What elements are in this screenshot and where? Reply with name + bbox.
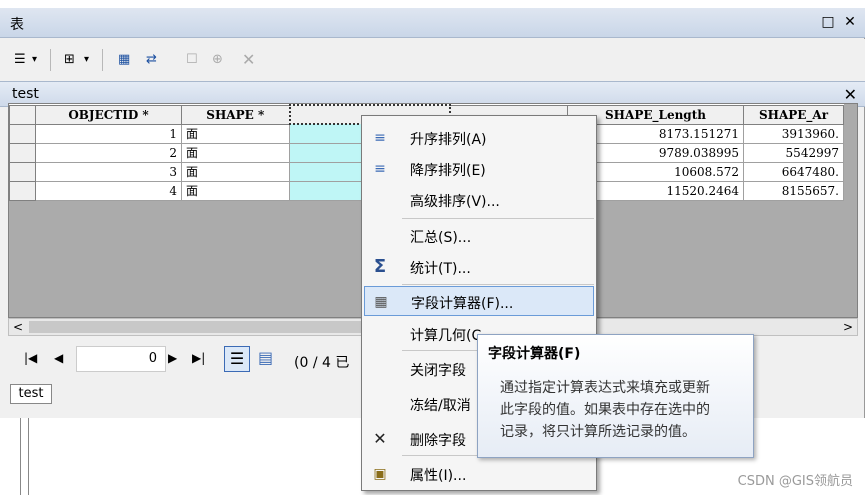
row-selector[interactable] [9,180,36,201]
switch-selection-icon[interactable]: ⇄ [146,49,157,71]
menu-item-properties[interactable]: ▣ 属性(I)... [364,459,594,489]
cell-shape-area[interactable]: 8155657. [743,180,844,201]
calculator-icon: ▦ [374,294,388,310]
tooltip-line: 此字段的值。如果表中存在选中的 [500,402,710,418]
close-window-icon[interactable]: ✕ [842,14,858,30]
row-selector[interactable] [9,142,36,163]
menu-item-label: 汇总(S)... [410,230,472,246]
menu-item-label: 升序排列(A) [410,132,487,148]
related-tables-dropdown-icon[interactable]: ▾ [84,49,89,71]
properties-icon: ▣ [373,466,387,482]
current-record-input[interactable]: 0 [76,346,166,372]
tooltip-body: 通过指定计算表达式来填充或更新 此字段的值。如果表中存在选中的 记录，将只计算所… [488,377,743,443]
sort-descending-icon: ≡ [374,161,386,177]
cell-objectid[interactable]: 1 [35,123,182,144]
show-all-records-icon[interactable]: ☰ [224,346,250,372]
show-selected-records-icon[interactable]: ▤ [258,348,273,367]
table-tab-title: test [12,86,39,102]
menu-item-field-calculator[interactable]: ▦ 字段计算器(F)... [364,286,594,316]
zoom-to-selected-icon[interactable]: ⊕ [212,49,223,71]
bottom-table-tab[interactable]: test [10,384,52,404]
toolbar-separator [102,49,103,71]
cell-shape[interactable]: 面 [181,161,290,182]
tooltip-title: 字段计算器(F) [488,346,581,362]
table-options-dropdown-icon[interactable]: ▾ [32,49,37,71]
tooltip-line: 通过指定计算表达式来填充或更新 [500,380,710,396]
table-options-icon[interactable]: ☰ [14,49,26,71]
close-table-tab-icon[interactable]: ✕ [844,85,857,104]
cell-shape-area[interactable]: 5542997 [743,142,844,163]
table-toolbar: ☰ ▾ ⊞ ▾ ▦ ⇄ ☐ ⊕ ✕ [0,39,865,81]
cell-shape-area[interactable]: 6647480. [743,161,844,182]
previous-record-icon[interactable]: ◀ [54,351,63,365]
column-header-shape-area[interactable]: SHAPE_Ar [743,104,844,125]
menu-item-label: 字段计算器(F)... [411,296,514,312]
menu-item-sort-descending[interactable]: ≡ 降序排列(E) [364,154,594,184]
menu-item-label: 降序排列(E) [410,163,486,179]
select-by-attributes-icon[interactable]: ▦ [118,49,130,71]
column-header-objectid[interactable]: OBJECTID * [35,104,182,125]
scroll-right-icon[interactable]: > [843,319,853,335]
cell-shape[interactable]: 面 [181,142,290,163]
toolbar-separator [50,49,51,71]
menu-item-statistics[interactable]: Σ 统计(T)... [364,252,594,282]
menu-separator [402,218,594,219]
first-record-icon[interactable]: |◀ [24,351,37,365]
column-header-shape[interactable]: SHAPE * [181,104,290,125]
clear-selection-icon[interactable]: ☐ [186,49,198,71]
maximize-icon[interactable]: □ [820,14,836,30]
last-record-icon[interactable]: ▶| [192,351,205,365]
menu-item-label: 高级排序(V)... [410,194,500,210]
selection-status: (0 / 4 已 [294,355,350,371]
next-record-icon[interactable]: ▶ [168,351,177,365]
scroll-left-icon[interactable]: < [13,319,23,335]
window-titlebar: 表 □ ✕ [0,8,865,38]
sort-ascending-icon: ≡ [374,130,386,146]
row-selector[interactable] [9,123,36,144]
field-calculator-tooltip: 字段计算器(F) 通过指定计算表达式来填充或更新 此字段的值。如果表中存在选中的… [477,334,754,458]
sigma-icon: Σ [373,256,387,277]
menu-item-advanced-sort[interactable]: 高级排序(V)... [364,185,594,215]
delete-selected-icon[interactable]: ✕ [242,49,255,71]
menu-item-label: 删除字段 [410,433,466,449]
cell-objectid[interactable]: 4 [35,180,182,201]
row-header-corner[interactable] [9,104,36,125]
cell-shape[interactable]: 面 [181,180,290,201]
window-title: 表 [10,17,24,33]
cell-shape[interactable]: 面 [181,123,290,144]
cell-objectid[interactable]: 3 [35,161,182,182]
menu-separator [402,284,594,285]
cell-objectid[interactable]: 2 [35,142,182,163]
scrollbar-thumb[interactable] [29,321,379,333]
cell-shape-area[interactable]: 3913960. [743,123,844,144]
row-selector[interactable] [9,161,36,182]
pane-divider [28,418,29,495]
menu-item-label: 计算几何(C [410,328,482,344]
watermark: CSDN @GIS领航员 [737,474,853,489]
menu-item-sort-ascending[interactable]: ≡ 升序排列(A) [364,123,594,153]
menu-item-label: 关闭字段 [410,363,466,379]
menu-item-label: 属性(I)... [410,468,467,484]
menu-item-summarize[interactable]: 汇总(S)... [364,221,594,251]
menu-item-label: 统计(T)... [410,261,471,277]
related-tables-icon[interactable]: ⊞ [64,49,75,71]
pane-divider [20,418,21,495]
delete-icon: ✕ [373,429,387,448]
menu-item-label: 冻结/取消 [410,398,471,414]
tooltip-line: 记录，将只计算所选记录的值。 [500,424,696,440]
